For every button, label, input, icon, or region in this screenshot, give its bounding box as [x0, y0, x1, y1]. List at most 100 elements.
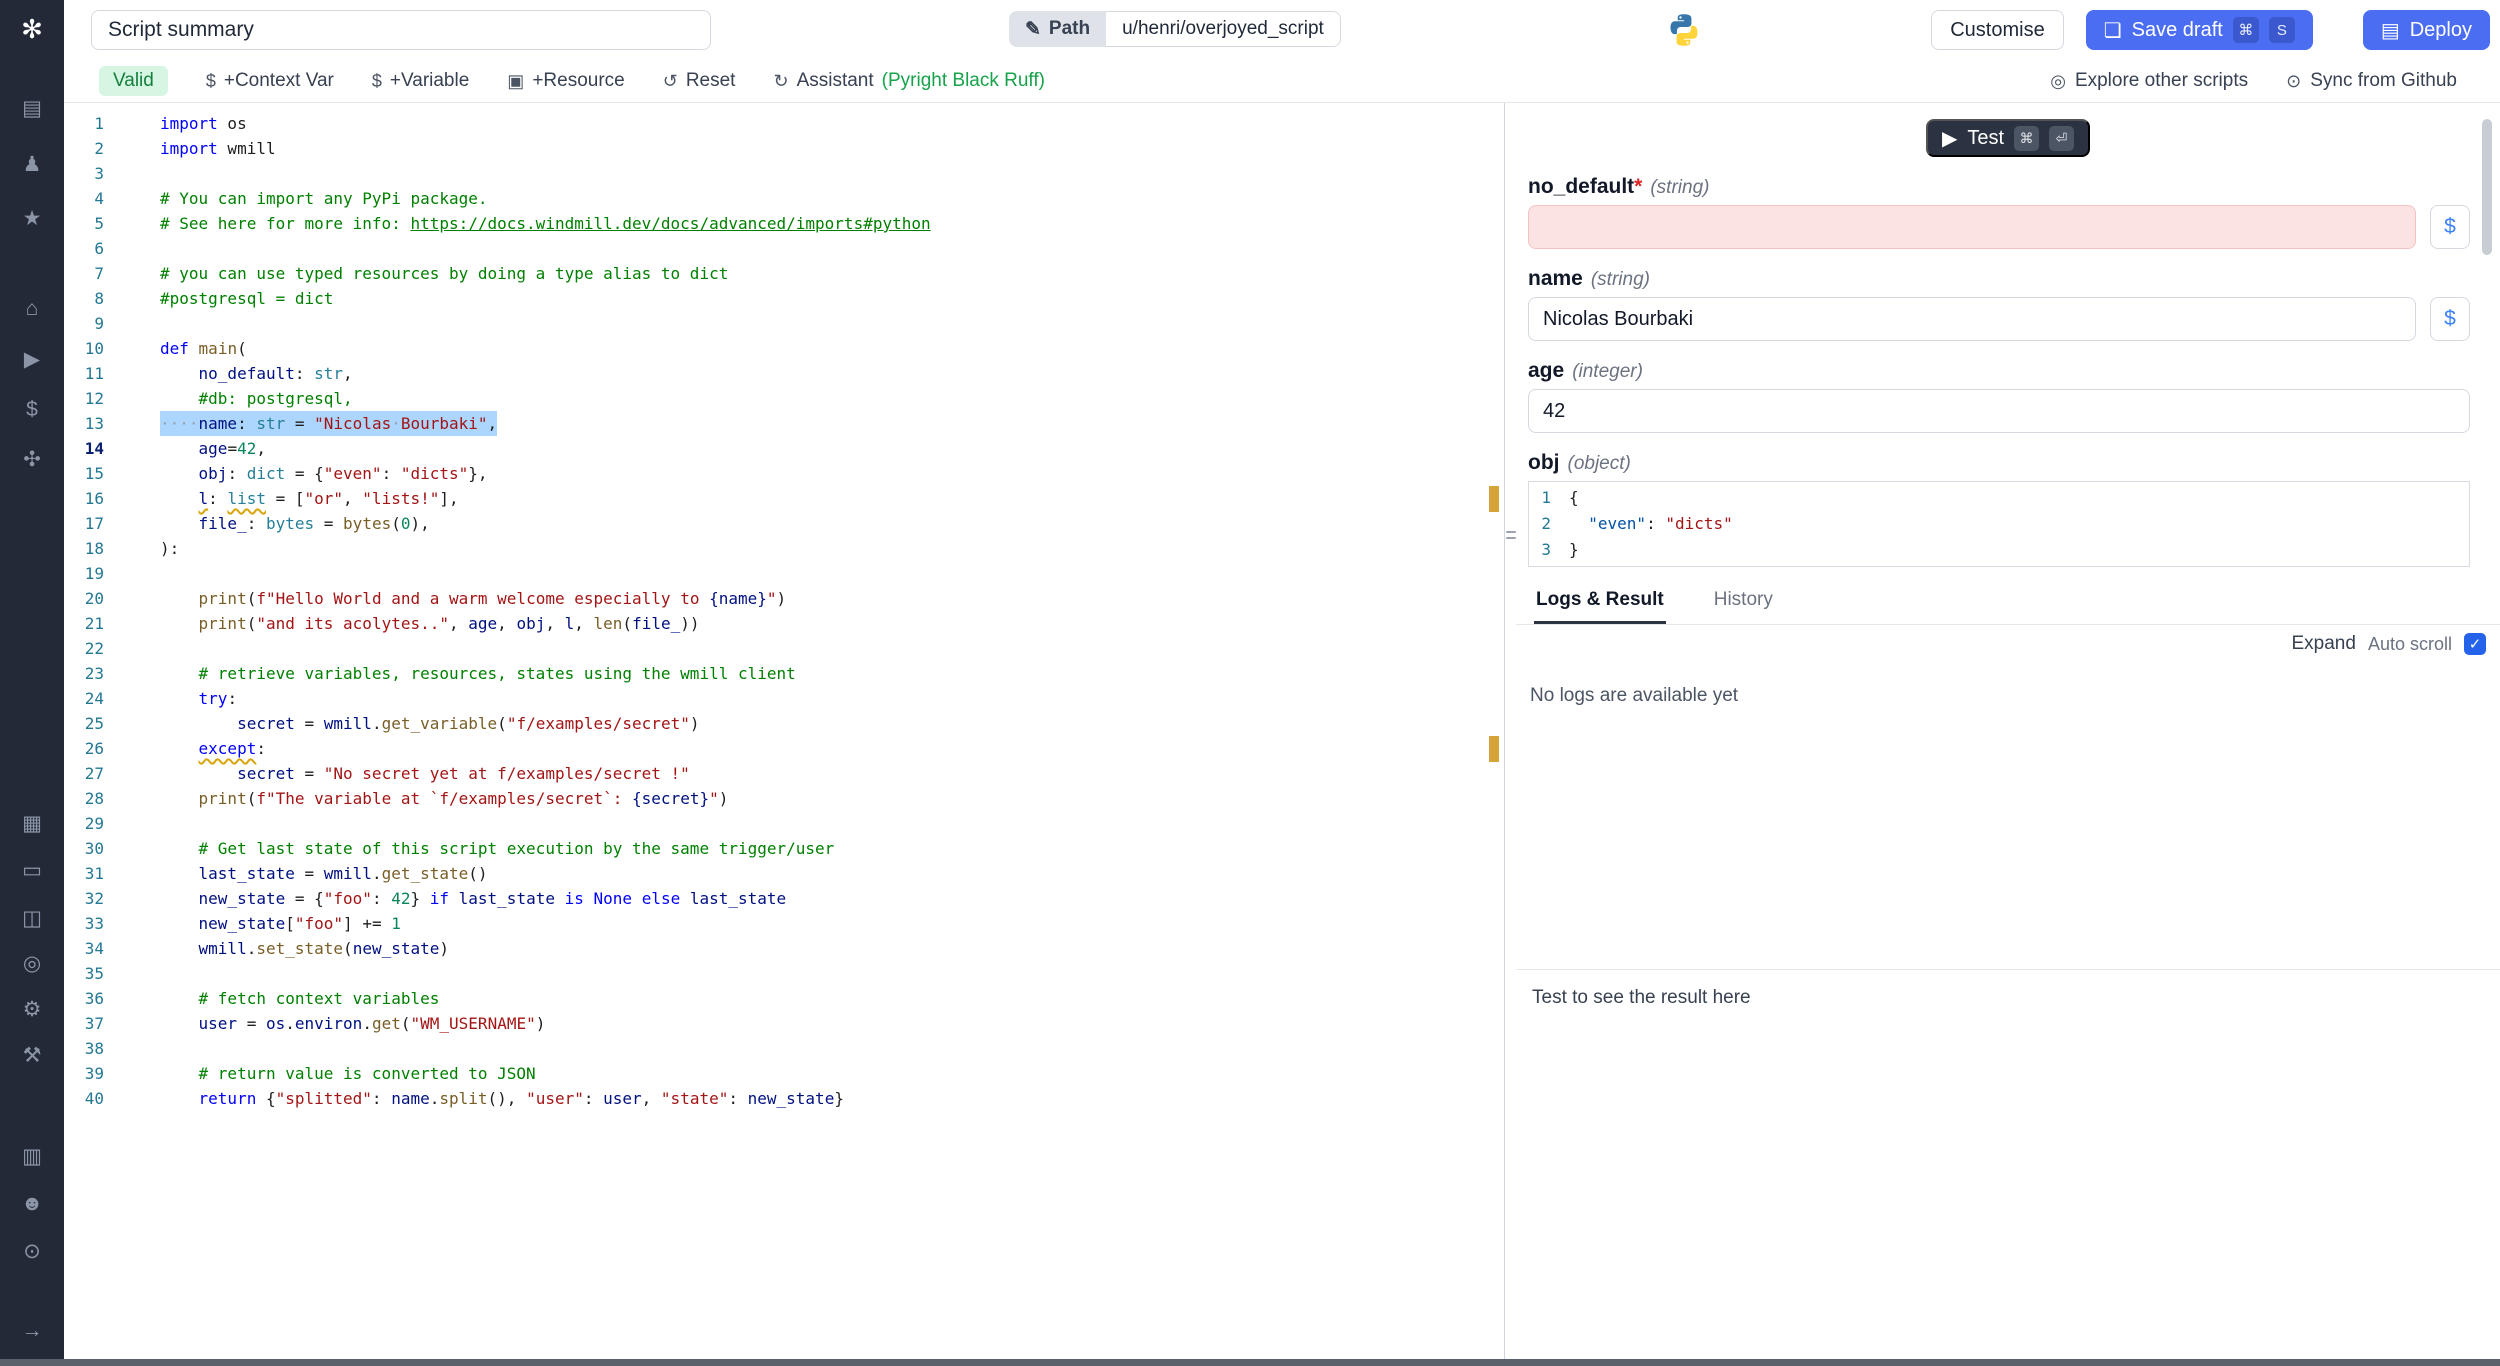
- code-line[interactable]: 29: [64, 811, 1504, 836]
- audit-eye-icon[interactable]: ◎: [16, 947, 48, 979]
- line-content: print("and its acolytes..", age, obj, l,…: [160, 611, 700, 636]
- line-content: # Get last state of this script executio…: [160, 836, 834, 861]
- code-line[interactable]: 18):: [64, 536, 1504, 561]
- workspace: 1import os2import wmill34# You can impor…: [64, 103, 2500, 1359]
- code-line[interactable]: 13····name: str = "Nicolas·Bourbaki",: [64, 411, 1504, 436]
- code-line[interactable]: 15 obj: dict = {"even": "dicts"},: [64, 461, 1504, 486]
- code-line[interactable]: 1{: [1529, 485, 2469, 511]
- sync-from-github-link[interactable]: ⊙ Sync from Github: [2286, 70, 2457, 92]
- autoscroll-checkbox[interactable]: ✓: [2464, 633, 2486, 655]
- code-line[interactable]: 3}: [1529, 537, 2469, 563]
- variables-dollar-icon[interactable]: $: [16, 394, 48, 426]
- code-line[interactable]: 23 # retrieve variables, resources, stat…: [64, 661, 1504, 686]
- folders-icon[interactable]: ▭: [16, 854, 48, 886]
- discord-icon[interactable]: ☻: [16, 1188, 48, 1220]
- expand-sidebar-icon[interactable]: →: [16, 1315, 48, 1347]
- reset-button[interactable]: ↺ Reset: [663, 70, 736, 92]
- code-line[interactable]: 30 # Get last state of this script execu…: [64, 836, 1504, 861]
- warning-ruler-mark[interactable]: [1489, 486, 1499, 512]
- code-line[interactable]: 20 print(f"Hello World and a warm welcom…: [64, 586, 1504, 611]
- expand-link[interactable]: Expand: [2292, 633, 2356, 655]
- code-line[interactable]: 34 wmill.set_state(new_state): [64, 936, 1504, 961]
- code-line[interactable]: 32 new_state = {"foo": 42} if last_state…: [64, 886, 1504, 911]
- docs-icon[interactable]: ▤: [16, 92, 48, 124]
- age-input[interactable]: [1528, 389, 2470, 433]
- windmill-logo-icon[interactable]: ✻: [15, 12, 49, 46]
- line-content: import wmill: [160, 136, 276, 161]
- schedules-calendar-icon[interactable]: ▦: [16, 807, 48, 839]
- code-line[interactable]: 40 return {"splitted": name.split(), "us…: [64, 1086, 1504, 1111]
- groups-icon[interactable]: ◫: [16, 902, 48, 934]
- test-button[interactable]: ▶ Test ⌘ ⏎: [1926, 119, 2090, 157]
- code-line[interactable]: 14 age=42,: [64, 436, 1504, 461]
- code-line[interactable]: 4# You can import any PyPi package.: [64, 186, 1504, 211]
- customise-button[interactable]: Customise: [1931, 10, 2063, 50]
- home-icon[interactable]: ⌂: [16, 293, 48, 325]
- explore-other-scripts-link[interactable]: ◎ Explore other scripts: [2050, 70, 2248, 92]
- code-line[interactable]: 38: [64, 1036, 1504, 1061]
- code-line[interactable]: 2 "even": "dicts": [1529, 511, 2469, 537]
- code-line[interactable]: 39 # return value is converted to JSON: [64, 1061, 1504, 1086]
- add-resource-button[interactable]: ▣ +Resource: [507, 70, 624, 92]
- code-line[interactable]: 22: [64, 636, 1504, 661]
- code-line[interactable]: 37 user = os.environ.get("WM_USERNAME"): [64, 1011, 1504, 1036]
- line-content: def main(: [160, 336, 247, 361]
- code-line[interactable]: 2import wmill: [64, 136, 1504, 161]
- code-line[interactable]: 35: [64, 961, 1504, 986]
- code-line[interactable]: 6: [64, 236, 1504, 261]
- name-input[interactable]: [1528, 297, 2416, 341]
- add-context-var-button[interactable]: $ +Context Var: [206, 70, 334, 92]
- code-line[interactable]: 7# you can use typed resources by doing …: [64, 261, 1504, 286]
- path-badge[interactable]: ✎ Path: [1009, 11, 1106, 47]
- code-line[interactable]: 27 secret = "No secret yet at f/examples…: [64, 761, 1504, 786]
- workers-icon[interactable]: ⚒: [16, 1039, 48, 1071]
- panel-splitter[interactable]: [1504, 103, 1516, 1359]
- code-editor[interactable]: 1import os2import wmill34# You can impor…: [64, 103, 1504, 1359]
- code-line[interactable]: 28 print(f"The variable at `f/examples/s…: [64, 786, 1504, 811]
- code-line[interactable]: 9: [64, 311, 1504, 336]
- code-line[interactable]: 16 l: list = ["or", "lists!"],: [64, 486, 1504, 511]
- runs-play-icon[interactable]: ▶: [16, 343, 48, 375]
- code-line[interactable]: 12 #db: postgresql,: [64, 386, 1504, 411]
- code-line[interactable]: 8#postgresql = dict: [64, 286, 1504, 311]
- code-line[interactable]: 26 except:: [64, 736, 1504, 761]
- tab-history[interactable]: History: [1712, 581, 1775, 624]
- resources-icon[interactable]: ✣: [16, 443, 48, 475]
- assistant-button[interactable]: ↻ Assistant (Pyright Black Ruff): [773, 70, 1045, 92]
- valid-badge[interactable]: Valid: [99, 66, 168, 96]
- panel-scrollbar[interactable]: [2482, 119, 2492, 255]
- deploy-button[interactable]: ▤ Deploy: [2363, 10, 2490, 50]
- code-line[interactable]: 3: [64, 161, 1504, 186]
- star-icon[interactable]: ★: [16, 202, 48, 234]
- tab-logs-result[interactable]: Logs & Result: [1534, 581, 1666, 624]
- script-summary-input[interactable]: [91, 10, 711, 50]
- code-line[interactable]: 11 no_default: str,: [64, 361, 1504, 386]
- user-icon[interactable]: ♟: [16, 148, 48, 180]
- code-line[interactable]: 24 try:: [64, 686, 1504, 711]
- obj-json-editor[interactable]: 1{2 "even": "dicts"3}: [1528, 481, 2470, 567]
- code-line[interactable]: 31 last_state = wmill.get_state(): [64, 861, 1504, 886]
- no-default-input[interactable]: [1528, 205, 2416, 249]
- save-draft-button[interactable]: ❏ Save draft ⌘ S: [2086, 10, 2313, 50]
- line-content: # You can import any PyPi package.: [160, 186, 488, 211]
- code-line[interactable]: 17 file_: bytes = bytes(0),: [64, 511, 1504, 536]
- code-line[interactable]: 10def main(: [64, 336, 1504, 361]
- insert-variable-button[interactable]: $: [2430, 297, 2470, 341]
- code-line[interactable]: 36 # fetch context variables: [64, 986, 1504, 1011]
- github-icon[interactable]: ⊙: [16, 1235, 48, 1267]
- add-variable-button[interactable]: $ +Variable: [372, 70, 469, 92]
- field-name: name: [1528, 267, 1583, 290]
- code-line[interactable]: 5# See here for more info: https://docs.…: [64, 211, 1504, 236]
- warning-ruler-mark[interactable]: [1489, 736, 1499, 762]
- path-value[interactable]: u/henri/overjoyed_script: [1106, 11, 1341, 47]
- insert-variable-button[interactable]: $: [2430, 205, 2470, 249]
- code-line[interactable]: 19: [64, 561, 1504, 586]
- settings-gear-icon[interactable]: ⚙: [16, 993, 48, 1025]
- line-number: 29: [64, 811, 104, 836]
- documentation-books-icon[interactable]: ▥: [16, 1140, 48, 1172]
- code-line[interactable]: 21 print("and its acolytes..", age, obj,…: [64, 611, 1504, 636]
- code-line[interactable]: 1import os: [64, 111, 1504, 136]
- code-line[interactable]: 33 new_state["foo"] += 1: [64, 911, 1504, 936]
- result-placeholder: Test to see the result here: [1532, 987, 1751, 1009]
- code-line[interactable]: 25 secret = wmill.get_variable("f/exampl…: [64, 711, 1504, 736]
